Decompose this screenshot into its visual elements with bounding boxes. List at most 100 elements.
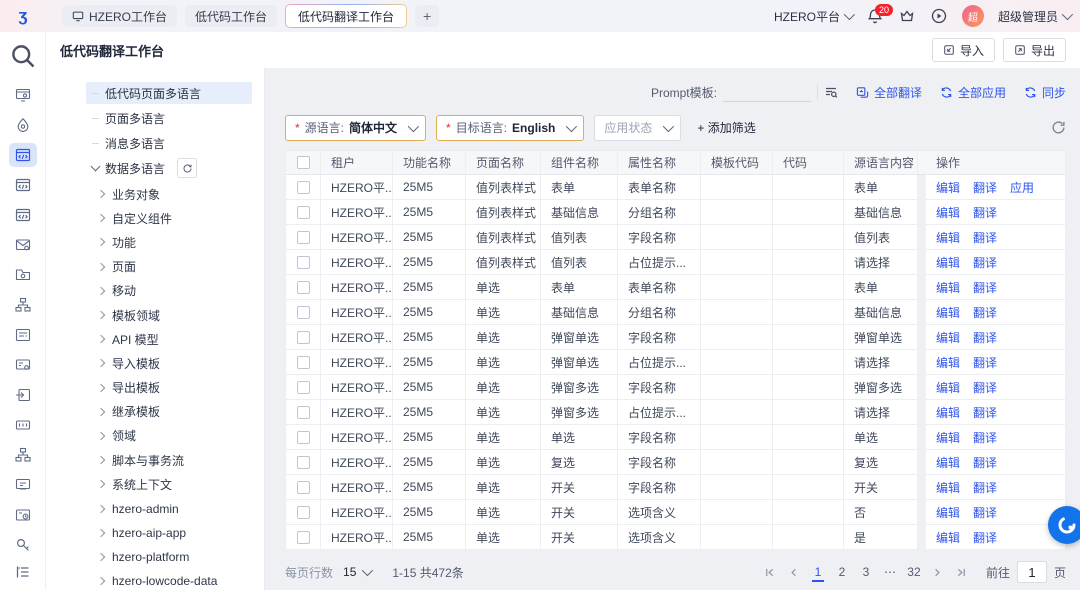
- action-link-1[interactable]: 翻译: [973, 204, 997, 221]
- apply-all-button[interactable]: 全部应用: [940, 84, 1006, 101]
- action-link-0[interactable]: 编辑: [936, 379, 960, 396]
- platform-switcher[interactable]: HZERO平台: [774, 8, 852, 25]
- action-link-1[interactable]: 翻译: [973, 229, 997, 246]
- action-link-1[interactable]: 翻译: [973, 479, 997, 496]
- import-button[interactable]: 导入: [932, 38, 995, 62]
- refresh-node-icon[interactable]: [177, 158, 197, 178]
- page-number-32[interactable]: 32: [904, 562, 924, 582]
- source-language-select[interactable]: * 源语言: 简体中文: [285, 115, 426, 141]
- action-link-1[interactable]: 翻译: [973, 404, 997, 421]
- row-checkbox[interactable]: [297, 456, 310, 469]
- menu-collapse-icon[interactable]: [9, 560, 37, 584]
- hierarchy-icon[interactable]: [9, 443, 37, 467]
- row-checkbox[interactable]: [297, 281, 310, 294]
- refresh-icon[interactable]: [1051, 120, 1066, 135]
- play-guide-icon[interactable]: [930, 7, 948, 25]
- action-link-0[interactable]: 编辑: [936, 304, 960, 321]
- lookup-list-icon[interactable]: [824, 85, 838, 99]
- sidebar-item-0[interactable]: 低代码页面多语言: [86, 82, 252, 104]
- action-link-0[interactable]: 编辑: [936, 279, 960, 296]
- apply-status-select[interactable]: 应用状态: [594, 115, 681, 141]
- action-link-1[interactable]: 翻译: [973, 529, 997, 546]
- last-page-icon[interactable]: [952, 562, 972, 582]
- row-checkbox[interactable]: [297, 431, 310, 444]
- row-checkbox[interactable]: [297, 356, 310, 369]
- prompt-template-input[interactable]: [723, 82, 811, 102]
- workbench-settings-icon[interactable]: [9, 83, 37, 107]
- sidebar-item-3[interactable]: 数据多语言: [86, 157, 252, 179]
- data-history-icon[interactable]: [9, 503, 37, 527]
- import-config-icon[interactable]: [9, 383, 37, 407]
- sidebar-child-7[interactable]: 导入模板: [86, 351, 252, 375]
- sidebar-child-9[interactable]: 继承模板: [86, 400, 252, 424]
- export-button[interactable]: 导出: [1003, 38, 1066, 62]
- sidebar-child-3[interactable]: 页面: [86, 255, 252, 279]
- sidebar-child-6[interactable]: API 模型: [86, 327, 252, 351]
- action-link-0[interactable]: 编辑: [936, 504, 960, 521]
- next-page-icon[interactable]: [928, 562, 948, 582]
- crown-icon[interactable]: [898, 7, 916, 25]
- row-checkbox[interactable]: [297, 206, 310, 219]
- row-checkbox[interactable]: [297, 481, 310, 494]
- action-link-0[interactable]: 编辑: [936, 179, 960, 196]
- action-link-1[interactable]: 翻译: [973, 179, 997, 196]
- chat-assistant-button[interactable]: [1048, 506, 1080, 544]
- action-link-0[interactable]: 编辑: [936, 479, 960, 496]
- action-link-1[interactable]: 翻译: [973, 279, 997, 296]
- row-checkbox[interactable]: [297, 381, 310, 394]
- action-link-2[interactable]: 应用: [1010, 179, 1034, 196]
- sidebar-child-0[interactable]: 业务对象: [86, 182, 252, 206]
- sidebar-child-1[interactable]: 自定义组件: [86, 206, 252, 230]
- action-link-0[interactable]: 编辑: [936, 229, 960, 246]
- add-filter-button[interactable]: + 添加筛选: [697, 119, 755, 136]
- action-link-1[interactable]: 翻译: [973, 329, 997, 346]
- action-link-0[interactable]: 编辑: [936, 329, 960, 346]
- page-number-3[interactable]: 3: [856, 562, 876, 582]
- action-link-1[interactable]: 翻译: [973, 354, 997, 371]
- sidebar-child-8[interactable]: 导出模板: [86, 376, 252, 400]
- target-language-select[interactable]: * 目标语言: English: [436, 115, 584, 141]
- page-number-1[interactable]: 1: [808, 562, 828, 582]
- app-logo-icon[interactable]: ʒ: [12, 5, 34, 27]
- action-link-0[interactable]: 编辑: [936, 429, 960, 446]
- sidebar-child-10[interactable]: 领域: [86, 424, 252, 448]
- sidebar-child-11[interactable]: 脚本与事务流: [86, 448, 252, 472]
- row-checkbox[interactable]: [297, 181, 310, 194]
- sidebar-child-5[interactable]: 模板领域: [86, 303, 252, 327]
- add-tab-button[interactable]: +: [415, 5, 439, 27]
- action-link-1[interactable]: 翻译: [973, 304, 997, 321]
- translate-all-button[interactable]: 全部翻译: [856, 84, 922, 101]
- row-checkbox[interactable]: [297, 231, 310, 244]
- action-link-0[interactable]: 编辑: [936, 354, 960, 371]
- row-checkbox[interactable]: [297, 331, 310, 344]
- lowcode-page-lang-icon[interactable]: [9, 143, 37, 167]
- action-link-1[interactable]: 翻译: [973, 254, 997, 271]
- prev-page-icon[interactable]: [784, 562, 804, 582]
- row-checkbox[interactable]: [297, 256, 310, 269]
- sidebar-child-4[interactable]: 移动: [86, 279, 252, 303]
- sidebar-child-14[interactable]: hzero-aip-app: [86, 521, 252, 545]
- row-checkbox[interactable]: [297, 506, 310, 519]
- page-lang-icon[interactable]: [9, 173, 37, 197]
- goto-page-input[interactable]: [1017, 561, 1047, 583]
- select-all-checkbox[interactable]: [297, 156, 310, 169]
- action-link-0[interactable]: 编辑: [936, 529, 960, 546]
- tab-hzero-workbench[interactable]: HZERO工作台: [62, 5, 177, 27]
- page-number-2[interactable]: 2: [832, 562, 852, 582]
- sidebar-child-2[interactable]: 功能: [86, 230, 252, 254]
- action-link-0[interactable]: 编辑: [936, 254, 960, 271]
- org-chart-icon[interactable]: [9, 293, 37, 317]
- sidebar-item-1[interactable]: 页面多语言: [86, 107, 252, 129]
- release-icon[interactable]: [9, 113, 37, 137]
- card-config-icon[interactable]: [9, 353, 37, 377]
- action-link-0[interactable]: 编辑: [936, 454, 960, 471]
- notification-bell-icon[interactable]: 20: [866, 7, 884, 25]
- message-lang-icon[interactable]: [9, 203, 37, 227]
- row-checkbox[interactable]: [297, 306, 310, 319]
- mail-config-icon[interactable]: [9, 233, 37, 257]
- sidebar-child-16[interactable]: hzero-lowcode-data: [86, 569, 252, 590]
- rows-per-page-select[interactable]: 15: [343, 565, 370, 579]
- search-icon[interactable]: [9, 42, 37, 70]
- action-link-1[interactable]: 翻译: [973, 429, 997, 446]
- sidebar-child-12[interactable]: 系统上下文: [86, 472, 252, 496]
